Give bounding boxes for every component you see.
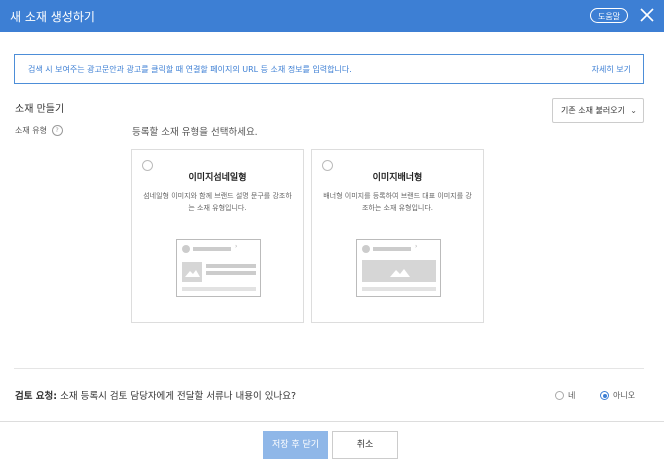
radio-yes[interactable] bbox=[555, 391, 564, 400]
question-icon[interactable]: ? bbox=[51, 125, 63, 136]
save-and-close-button[interactable]: 저장 후 닫기 bbox=[263, 431, 328, 459]
thumbnail-preview-illustration: › bbox=[176, 239, 261, 297]
info-text: 검색 시 보여주는 광고문안과 광고를 클릭할 때 연결할 페이지의 URL 등… bbox=[28, 65, 352, 74]
title-placeholder bbox=[373, 247, 411, 251]
card-title: 이미지섬네일형 bbox=[188, 173, 247, 183]
card-image-thumbnail[interactable]: 이미지섬네일형 섬네일형 이미지와 함께 브랜드 설명 문구를 강조하는 소재 … bbox=[131, 149, 304, 323]
divider bbox=[14, 368, 644, 369]
card-image-banner[interactable]: 이미지배너형 배너형 이미지를 등록하여 브랜드 대표 이미지를 강조하는 소재… bbox=[311, 149, 484, 323]
avatar-placeholder bbox=[362, 245, 370, 253]
modal-title: 새 소재 생성하기 bbox=[10, 10, 95, 24]
card-description: 배너형 이미지를 등록하여 브랜드 대표 이미지를 강조하는 소재 유형입니다. bbox=[323, 192, 472, 212]
text-placeholder bbox=[206, 264, 256, 268]
learn-more-link[interactable]: 자세히 보기 bbox=[592, 64, 631, 75]
chevron-right-icon: › bbox=[235, 243, 238, 250]
card-description: 섬네일형 이미지와 함께 브랜드 설명 문구를 강조하는 소재 유형입니다. bbox=[143, 192, 292, 212]
load-existing-label: 기존 소재 불러오기 bbox=[561, 106, 625, 115]
cancel-button[interactable]: 취소 bbox=[332, 431, 398, 459]
review-request: 검토 요청: 소재 등록시 검토 담당자에게 전달할 서류나 내용이 있나요? bbox=[15, 388, 296, 402]
chevron-right-icon: › bbox=[415, 243, 418, 250]
type-label: 소재 유형 ? bbox=[15, 125, 63, 136]
review-option-yes-label: 네 bbox=[568, 391, 576, 400]
load-existing-dropdown[interactable]: 기존 소재 불러오기 ⌄ bbox=[552, 98, 644, 123]
text-placeholder bbox=[206, 271, 256, 275]
chevron-down-icon: ⌄ bbox=[630, 106, 637, 115]
image-placeholder-icon bbox=[182, 262, 202, 282]
modal-header: 새 소재 생성하기 도움말 bbox=[0, 0, 664, 32]
text-placeholder bbox=[362, 287, 436, 291]
type-prompt: 등록할 소재 유형을 선택하세요. bbox=[132, 127, 258, 138]
help-button[interactable]: 도움말 bbox=[590, 8, 628, 23]
review-option-no[interactable]: 아니오 bbox=[600, 390, 635, 401]
radio-no[interactable] bbox=[600, 391, 609, 400]
text-placeholder bbox=[182, 287, 256, 291]
title-placeholder bbox=[193, 247, 231, 251]
close-icon[interactable] bbox=[639, 7, 655, 23]
review-option-no-label: 아니오 bbox=[613, 391, 636, 400]
review-option-yes[interactable]: 네 bbox=[555, 390, 575, 401]
review-label: 검토 요청: bbox=[15, 391, 58, 402]
banner-preview-illustration: › bbox=[356, 239, 441, 297]
review-question: 소재 등록시 검토 담당자에게 전달할 서류나 내용이 있나요? bbox=[57, 391, 297, 402]
type-label-text: 소재 유형 bbox=[15, 126, 47, 135]
image-placeholder-icon bbox=[362, 260, 436, 282]
info-banner: 검색 시 보여주는 광고문안과 광고를 클릭할 때 연결할 페이지의 URL 등… bbox=[14, 54, 644, 84]
card-title: 이미지배너형 bbox=[372, 173, 423, 183]
avatar-placeholder bbox=[182, 245, 190, 253]
section-title: 소재 만들기 bbox=[15, 104, 65, 115]
